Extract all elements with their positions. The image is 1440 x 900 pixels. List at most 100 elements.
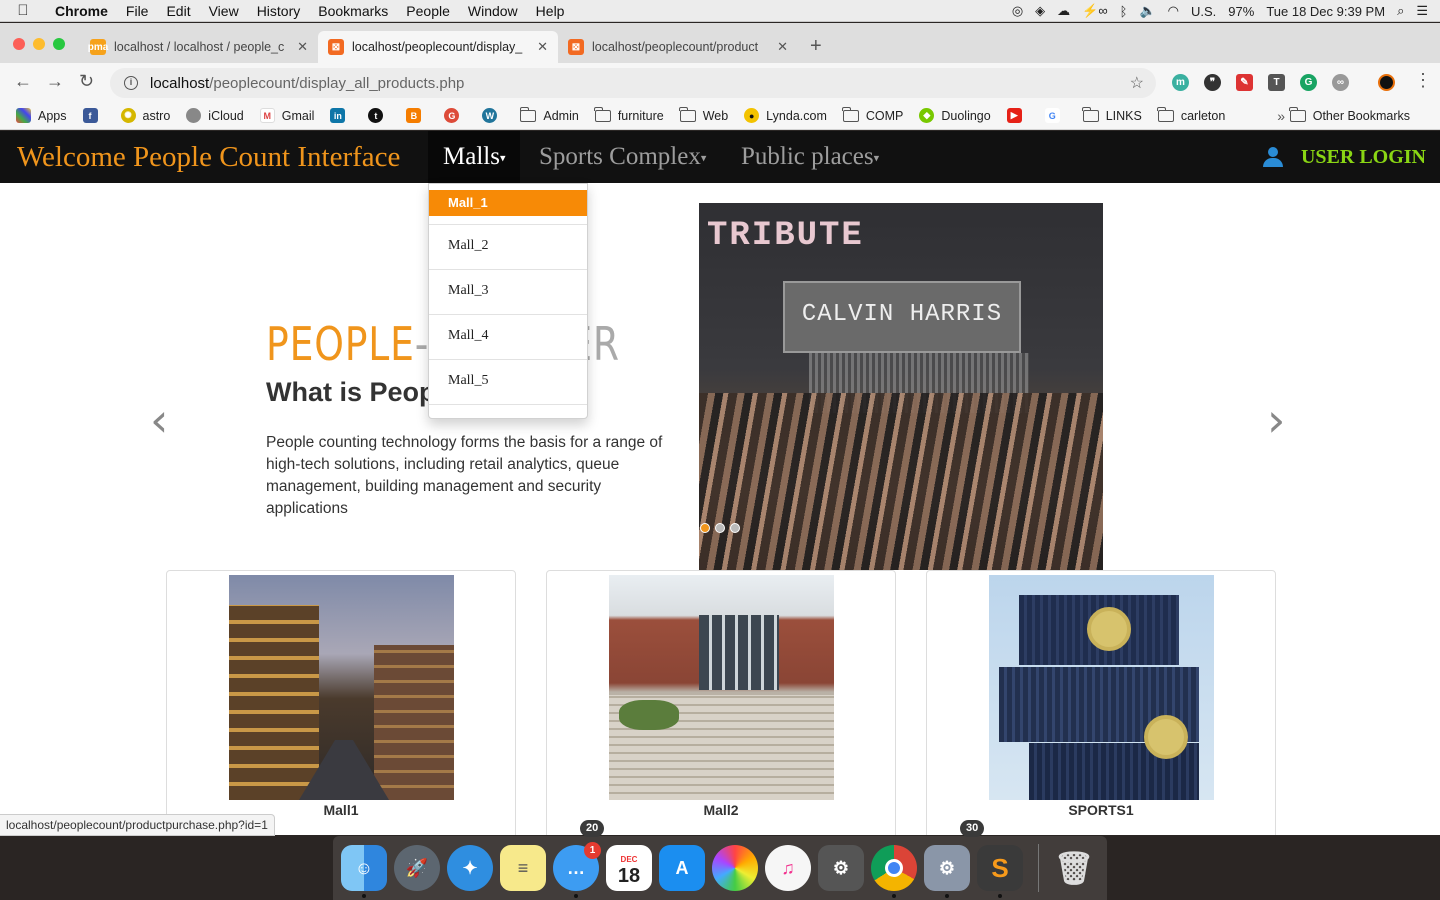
menu-file[interactable]: File: [117, 3, 158, 19]
dropdown-item-mall-5[interactable]: Mall_5: [429, 373, 587, 389]
carousel-dot-1[interactable]: [700, 523, 710, 533]
bluetooth-icon[interactable]: ᛒ: [1120, 4, 1128, 19]
menu-view[interactable]: View: [200, 3, 248, 19]
menu-window[interactable]: Window: [459, 3, 527, 19]
safari-icon[interactable]: ✦: [447, 845, 493, 891]
minimize-window-icon[interactable]: [33, 38, 45, 50]
carousel-dot-2[interactable]: [715, 523, 725, 533]
calendar-icon[interactable]: DEC 18: [606, 845, 652, 891]
sports1-container-image[interactable]: [989, 575, 1214, 800]
carousel-next-icon[interactable]: ›: [1267, 393, 1285, 447]
site-info-icon[interactable]: i: [124, 76, 138, 90]
zoom-window-icon[interactable]: [53, 38, 65, 50]
extension-pin-icon[interactable]: ✎: [1236, 74, 1253, 91]
layers-icon[interactable]: ◈: [1035, 3, 1045, 19]
launchpad-icon[interactable]: 🚀: [394, 845, 440, 891]
menu-help[interactable]: Help: [527, 3, 574, 19]
bookmark-carleton[interactable]: carleton: [1157, 106, 1225, 123]
tab-product-purchase[interactable]: ⊠ localhost/peoplecount/product ✕: [558, 31, 798, 63]
chrome-icon[interactable]: [871, 845, 917, 891]
tab-phpmyadmin[interactable]: pma localhost / localhost / people_c ✕: [80, 31, 318, 63]
clock[interactable]: Tue 18 Dec 9:39 PM: [1266, 4, 1385, 19]
bookmark-lynda[interactable]: ● Lynda.com: [744, 108, 827, 123]
site-brand[interactable]: Welcome People Count Interface: [17, 141, 400, 174]
carousel-prev-icon[interactable]: ‹: [150, 393, 168, 447]
bookmark-web[interactable]: Web: [679, 106, 728, 123]
bookmark-youtube[interactable]: ▶: [1006, 108, 1029, 123]
more-bookmarks-icon[interactable]: »: [1277, 108, 1285, 124]
bookmark-icloud[interactable]: iCloud: [186, 108, 244, 123]
mall2-building-image[interactable]: [609, 575, 834, 800]
input-source-label[interactable]: U.S.: [1191, 4, 1216, 19]
bookmark-apps[interactable]: Apps: [16, 108, 67, 123]
menu-edit[interactable]: Edit: [157, 3, 199, 19]
app-store-icon[interactable]: A: [659, 845, 705, 891]
menu-history[interactable]: History: [248, 3, 310, 19]
card-caption[interactable]: SPORTS1: [927, 802, 1275, 818]
bookmark-google[interactable]: G: [1044, 108, 1067, 123]
bookmark-gmail[interactable]: M Gmail: [259, 108, 314, 123]
dropdown-item-mall-1[interactable]: Mall_1: [429, 190, 587, 216]
bookmark-tumblr[interactable]: t: [368, 108, 390, 123]
grammarly-icon[interactable]: G: [1300, 74, 1317, 91]
mall1-street-image[interactable]: [229, 575, 454, 800]
nav-public-places[interactable]: Public places▾: [741, 131, 879, 183]
bookmark-comp[interactable]: COMP: [842, 106, 903, 123]
address-bar[interactable]: i localhost/peoplecount/display_all_prod…: [110, 68, 1156, 98]
product-card-mall1[interactable]: Mall1: [166, 570, 516, 835]
new-tab-icon[interactable]: +: [810, 35, 822, 58]
bookmark-wordpress[interactable]: W: [482, 108, 504, 123]
bookmark-linkedin[interactable]: in: [330, 108, 352, 123]
bolt-icon[interactable]: ⚡∞: [1082, 3, 1107, 19]
back-icon[interactable]: ←: [14, 71, 32, 92]
dropdown-item-mall-3[interactable]: Mall_3: [429, 283, 587, 299]
cloud-icon[interactable]: ☁: [1057, 3, 1070, 19]
other-bookmarks[interactable]: Other Bookmarks: [1289, 106, 1410, 123]
menu-people[interactable]: People: [397, 3, 459, 19]
profile-avatar[interactable]: [1378, 74, 1395, 91]
close-tab-icon[interactable]: ✕: [777, 39, 788, 55]
dropdown-item-mall-2[interactable]: Mall_2: [429, 238, 587, 254]
itunes-icon[interactable]: ♫: [765, 845, 811, 891]
sync-icon[interactable]: ◎: [1012, 3, 1023, 19]
bookmark-admin[interactable]: Admin: [519, 106, 579, 123]
wifi-icon[interactable]: ◠: [1168, 3, 1179, 19]
close-window-icon[interactable]: [13, 38, 25, 50]
finder-icon[interactable]: ☺: [341, 845, 387, 891]
carousel-dot-3[interactable]: [730, 523, 740, 533]
notes-icon[interactable]: ≡: [500, 845, 546, 891]
bookmark-links[interactable]: LINKS: [1082, 106, 1142, 123]
apple-icon[interactable]: : [0, 2, 46, 19]
product-card-mall2[interactable]: Mall2: [546, 570, 896, 835]
menu-app-name[interactable]: Chrome: [46, 3, 117, 19]
tab-display-products[interactable]: ⊠ localhost/peoplecount/display_ ✕: [318, 31, 558, 63]
spotlight-search-icon[interactable]: ⌕: [1397, 3, 1404, 19]
trash-icon[interactable]: 🗑: [1051, 845, 1097, 891]
bookmark-blogger[interactable]: B: [406, 108, 428, 123]
close-tab-icon[interactable]: ✕: [537, 39, 548, 55]
notification-center-icon[interactable]: ☰: [1416, 3, 1428, 19]
bookmark-googleplus[interactable]: G: [444, 108, 466, 123]
system-preferences-icon[interactable]: ⚙: [924, 845, 970, 891]
forward-icon[interactable]: →: [46, 71, 64, 92]
user-login-link[interactable]: USER LOGIN: [1262, 131, 1426, 183]
dropdown-item-mall-4[interactable]: Mall_4: [429, 328, 587, 344]
volume-icon[interactable]: 🔈: [1139, 3, 1155, 19]
battery-percent[interactable]: 97%: [1228, 4, 1254, 19]
reload-icon[interactable]: ↻: [79, 71, 94, 92]
extension-m-icon[interactable]: m: [1172, 74, 1189, 91]
bookmark-duolingo[interactable]: ◆ Duolingo: [919, 108, 991, 123]
card-caption[interactable]: Mall2: [547, 802, 895, 818]
bookmark-furniture[interactable]: furniture: [594, 106, 664, 123]
bookmark-astro[interactable]: ✺ astro: [120, 108, 170, 123]
chrome-menu-icon[interactable]: ⋮: [1414, 70, 1432, 91]
close-tab-icon[interactable]: ✕: [297, 39, 308, 55]
extension-bike-icon[interactable]: ∞: [1332, 74, 1349, 91]
extension-quote-icon[interactable]: ❞: [1204, 74, 1221, 91]
extension-t-icon[interactable]: T: [1268, 74, 1285, 91]
menu-bookmarks[interactable]: Bookmarks: [309, 3, 397, 19]
product-card-sports1[interactable]: SPORTS1: [926, 570, 1276, 835]
bookmark-star-icon[interactable]: ☆: [1130, 73, 1144, 93]
nav-sports-complex[interactable]: Sports Complex▾: [539, 131, 706, 183]
bookmark-facebook[interactable]: f: [82, 108, 105, 123]
